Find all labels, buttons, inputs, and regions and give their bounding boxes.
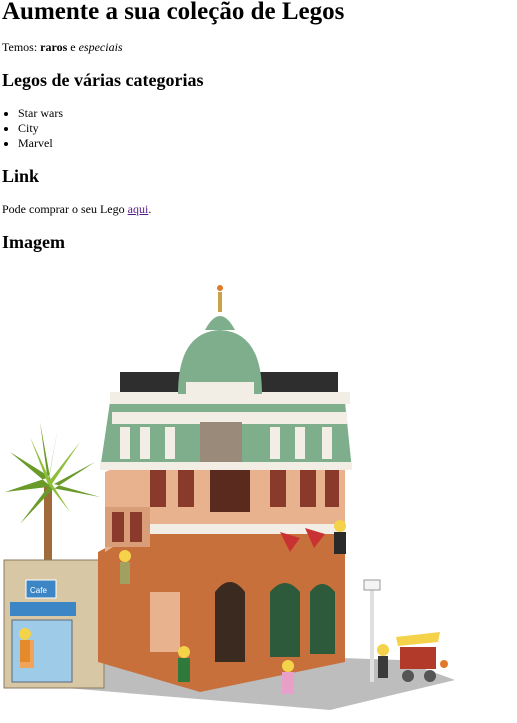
- lego-hotel-image: Cafe: [3, 285, 455, 710]
- category-item: City: [18, 121, 63, 136]
- intro-bold: raros: [40, 40, 68, 54]
- link-heading: Link: [2, 166, 40, 186]
- intro-middle: e: [67, 40, 79, 54]
- image-heading: Imagem: [2, 232, 65, 252]
- hotel-building: [98, 285, 352, 692]
- left-shop: Cafe: [3, 559, 105, 689]
- link-suffix: .: [148, 202, 152, 216]
- page-title: Aumente a sua coleção de Legos: [2, 0, 345, 25]
- intro-paragraph: Temos: raros e especiais: [2, 40, 123, 55]
- categories-heading: Legos de várias categorias: [2, 70, 204, 90]
- categories-list: Star wars City Marvel: [0, 106, 63, 151]
- intro-prefix: Temos:: [2, 40, 41, 54]
- link-prefix: Pode comprar o seu Lego: [2, 202, 128, 216]
- category-item: Marvel: [18, 136, 63, 151]
- link-paragraph: Pode comprar o seu Lego aqui.: [2, 202, 151, 217]
- shop-sign: Cafe: [30, 586, 47, 595]
- buy-lego-link[interactable]: aqui: [128, 202, 149, 216]
- intro-italic: especiais: [78, 40, 123, 54]
- category-item: Star wars: [18, 106, 63, 121]
